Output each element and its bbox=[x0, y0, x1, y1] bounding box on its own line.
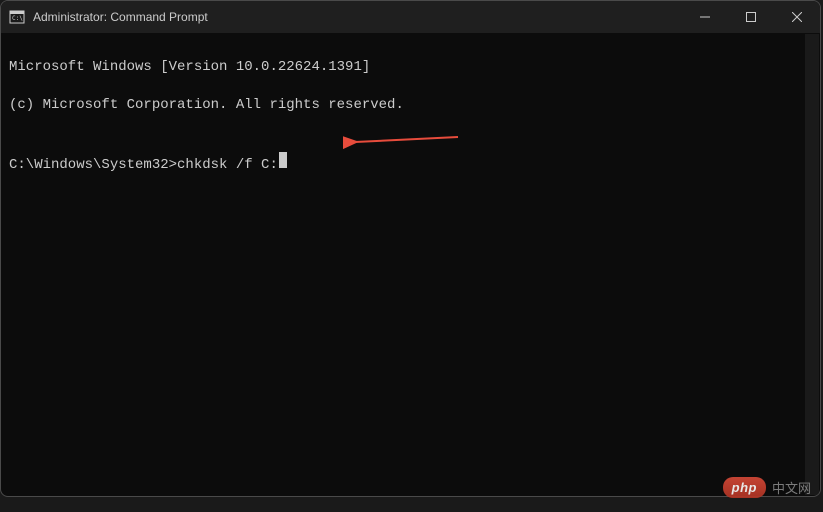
window-controls bbox=[682, 1, 820, 33]
prompt-line: C:\Windows\System32>chkdsk /f C: bbox=[9, 152, 812, 175]
window-title: Administrator: Command Prompt bbox=[33, 10, 682, 24]
watermark-badge: php bbox=[723, 477, 766, 498]
minimize-button[interactable] bbox=[682, 1, 728, 33]
close-button[interactable] bbox=[774, 1, 820, 33]
watermark-text: 中文网 bbox=[772, 478, 811, 497]
version-line: Microsoft Windows [Version 10.0.22624.13… bbox=[9, 58, 812, 77]
maximize-button[interactable] bbox=[728, 1, 774, 33]
scrollbar-thumb[interactable] bbox=[807, 36, 817, 497]
command-prompt-window: C:\ Administrator: Command Prompt Micros… bbox=[0, 0, 821, 497]
prompt-path: C:\Windows\System32> bbox=[9, 156, 177, 175]
svg-text:C:\: C:\ bbox=[12, 15, 23, 22]
typed-command: chkdsk /f C: bbox=[177, 156, 278, 175]
text-cursor bbox=[279, 152, 287, 168]
copyright-line: (c) Microsoft Corporation. All rights re… bbox=[9, 96, 812, 115]
watermark: php 中文网 bbox=[723, 477, 811, 498]
cmd-icon: C:\ bbox=[9, 9, 25, 25]
scrollbar-track[interactable] bbox=[805, 34, 819, 495]
terminal-output[interactable]: Microsoft Windows [Version 10.0.22624.13… bbox=[1, 33, 820, 496]
titlebar[interactable]: C:\ Administrator: Command Prompt bbox=[1, 1, 820, 33]
